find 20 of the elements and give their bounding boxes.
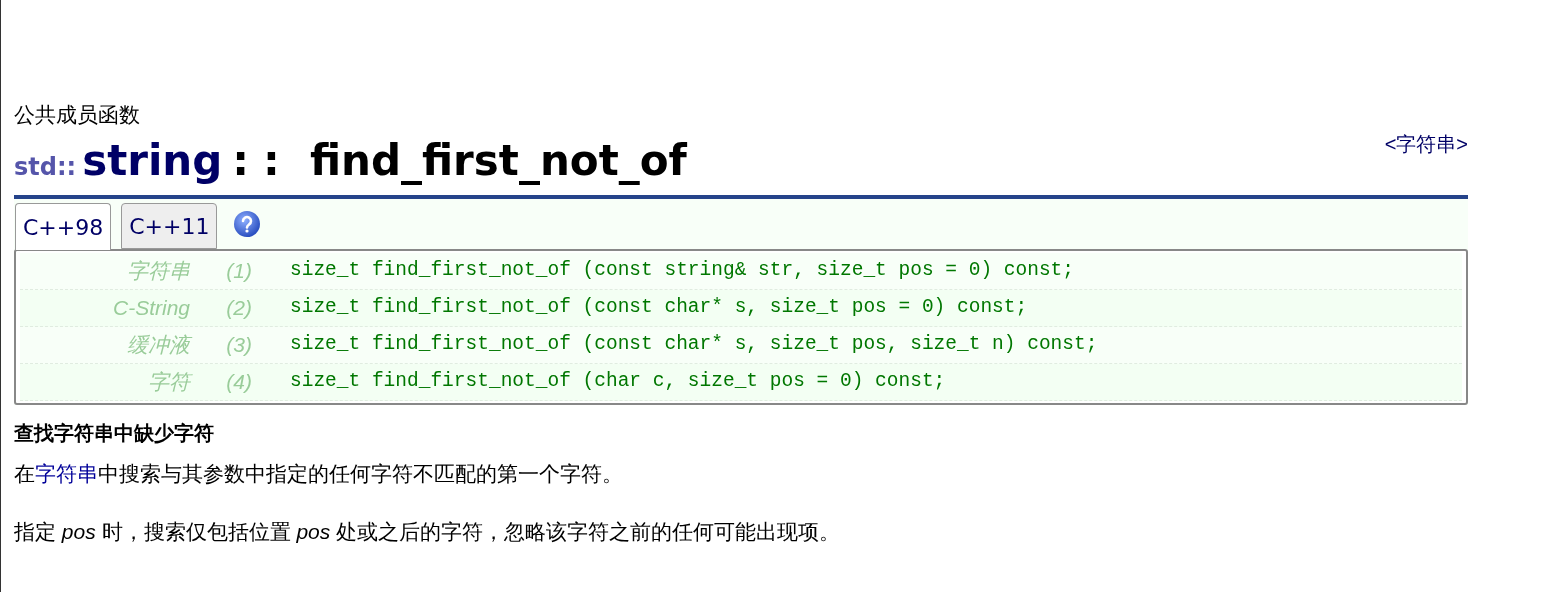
- help-icon[interactable]: [233, 210, 262, 238]
- version-tab[interactable]: C++98: [15, 203, 112, 250]
- code-line: size_t find_first_not_of (const string& str, size_t pos = 0) const;: [290, 258, 1075, 284]
- header-link[interactable]: <字符串>: [1384, 129, 1468, 159]
- version-tab[interactable]: C++11: [121, 203, 218, 249]
- category-label: 公共成员函数: [14, 102, 140, 128]
- overload-label: C-String: [111, 295, 190, 322]
- string-link[interactable]: 字符串: [35, 462, 98, 485]
- description-text: 在字符串中搜索与其参数中指定的任何字符不匹配的第一个字符。: [14, 461, 623, 487]
- overload-number: (3): [225, 332, 252, 359]
- overload-number: (1): [225, 258, 252, 285]
- overload-label: 字符串: [126, 258, 190, 285]
- note-text: 指定 pos 时，搜索仅包括位置 pos 处或之后的字符，忽略该字符之前的任何可能出现项。: [14, 519, 841, 545]
- code-line: size_t find_first_not_of (const char* s, size_t pos = 0) const;: [290, 295, 1028, 321]
- code-line: size_t find_first_not_of (char c, size_t pos = 0) const;: [290, 369, 946, 395]
- code-line: size_t find_first_not_of (const char* s, size_t pos, size_t n) const;: [290, 332, 1098, 358]
- overload-number: (2): [225, 295, 252, 322]
- summary-heading: 查找字符串中缺少字符: [14, 421, 214, 446]
- page-title: std::string :: find_first_not_of: [14, 139, 687, 187]
- overload-number: (4): [225, 369, 252, 396]
